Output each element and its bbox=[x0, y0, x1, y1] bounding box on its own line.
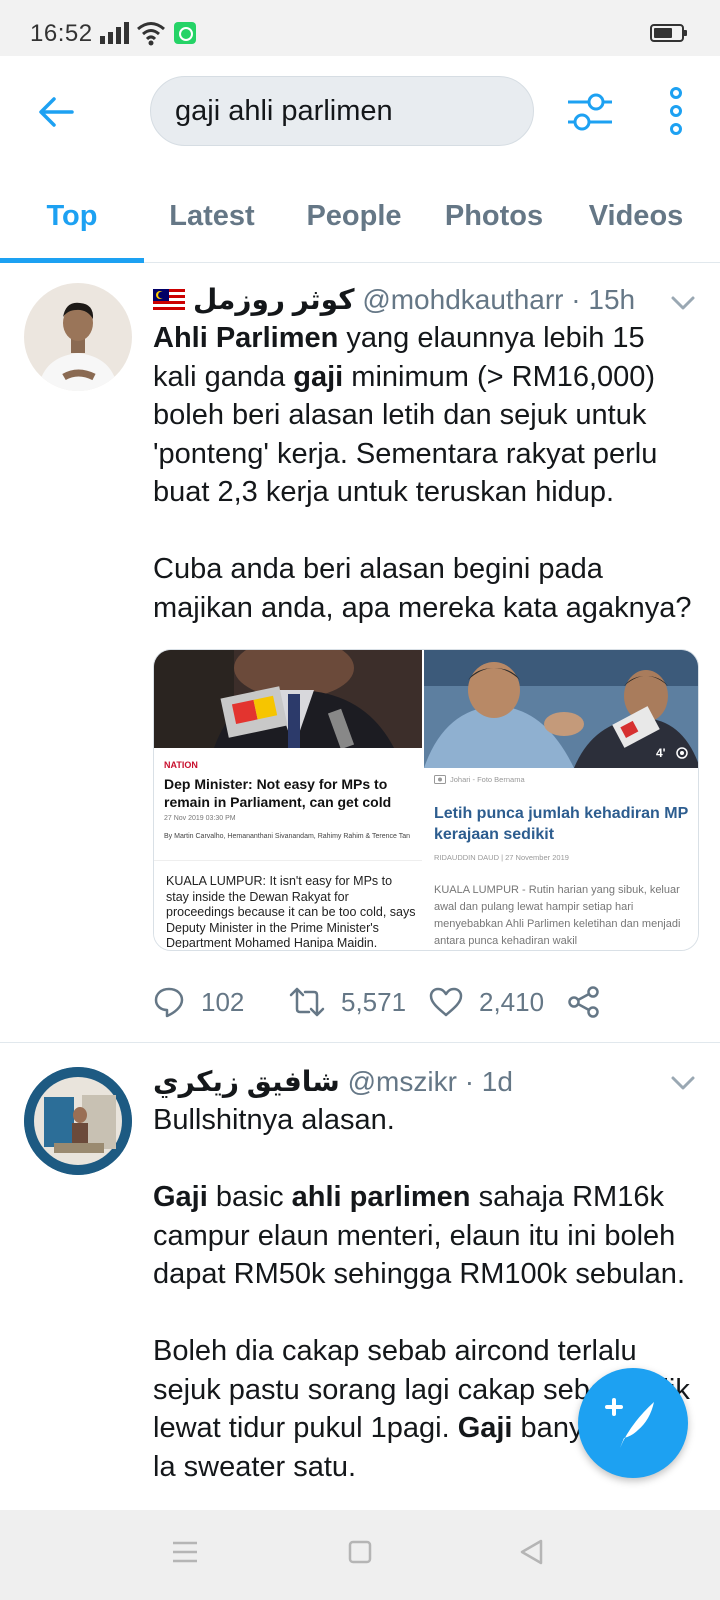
menu-icon[interactable] bbox=[172, 1540, 198, 1564]
tweet-actions: 102 5,571 2,410 bbox=[153, 977, 693, 1027]
share-icon bbox=[568, 986, 599, 1018]
whatsapp-icon bbox=[174, 22, 196, 44]
tweet-paragraph: Cuba anda beri alasan begini pada majika… bbox=[153, 553, 692, 624]
search-query: gaji ahli parlimen bbox=[175, 95, 393, 127]
compose-tweet-button[interactable] bbox=[578, 1368, 688, 1478]
tab-latest[interactable]: Latest bbox=[140, 166, 284, 262]
reply-icon bbox=[154, 987, 184, 1018]
card-section: NATION bbox=[164, 760, 198, 770]
like-button[interactable]: 2,410 bbox=[429, 977, 544, 1027]
timestamp: · 1d bbox=[464, 1066, 513, 1097]
reply-count: 102 bbox=[201, 986, 245, 1017]
handle[interactable]: @mohdkautharr bbox=[362, 284, 563, 315]
like-count: 2,410 bbox=[479, 986, 545, 1017]
status-time: 16:52 bbox=[30, 20, 93, 47]
card-excerpt: KUALA LUMPUR - Rutin harian yang sibuk, … bbox=[434, 884, 681, 947]
display-name[interactable]: كوثر روزمل bbox=[193, 284, 355, 315]
avatar-photo bbox=[24, 1067, 132, 1175]
photo-credit: Johari - Foto Bernama bbox=[450, 775, 525, 784]
video-duration-badge: 4' bbox=[656, 746, 666, 760]
text-run: basic bbox=[207, 1181, 292, 1213]
back-arrow-icon[interactable] bbox=[34, 90, 78, 134]
chevron-down-icon[interactable] bbox=[670, 293, 696, 313]
card-byline: By Martin Carvalho, Hemananthani Sivanan… bbox=[164, 833, 411, 840]
compose-feather-icon bbox=[605, 1398, 654, 1448]
malaysia-flag-icon bbox=[153, 288, 185, 311]
timestamp: · 15h bbox=[571, 284, 636, 315]
back-triangle-icon[interactable] bbox=[518, 1538, 544, 1566]
retweet-count: 5,571 bbox=[341, 986, 407, 1017]
search-input[interactable]: gaji ahli parlimen bbox=[150, 76, 534, 146]
highlight-term: Ahli Parlimen bbox=[153, 322, 339, 354]
status-bar: 16:52 bbox=[0, 0, 720, 56]
card-headline: Dep Minister: Not easy for MPs to remain… bbox=[164, 776, 392, 810]
handle[interactable]: @mszikr bbox=[348, 1066, 457, 1097]
card-excerpt: KUALA LUMPUR: It isn't easy for MPs to s… bbox=[166, 874, 416, 948]
wifi-icon bbox=[137, 22, 165, 46]
avatar[interactable] bbox=[24, 283, 132, 391]
reply-button[interactable]: 102 bbox=[153, 977, 244, 1027]
photo-credit-icon bbox=[434, 775, 446, 784]
heart-icon bbox=[429, 987, 463, 1017]
tab-top[interactable]: Top bbox=[0, 166, 144, 262]
tab-people[interactable]: People bbox=[282, 166, 426, 262]
search-tabs: Top Latest People Photos Videos bbox=[0, 166, 720, 263]
more-options-icon[interactable] bbox=[664, 86, 688, 136]
card-byline: RIDAUDDIN DAUD | 27 November 2019 bbox=[434, 853, 569, 862]
share-button[interactable] bbox=[567, 977, 617, 1027]
avatar[interactable] bbox=[24, 1067, 132, 1175]
news-card-thestar[interactable]: NATION Dep Minister: Not easy for MPs to… bbox=[154, 650, 424, 950]
highlight-term: ahli parlimen bbox=[291, 1181, 471, 1213]
tweet-1[interactable]: كوثر روزمل @mohdkautharr · 15h Ahli Parl… bbox=[0, 263, 720, 1043]
tweet-header: شافيق زيكري @mszikr · 1d bbox=[153, 1065, 513, 1098]
highlight-term: Gaji bbox=[153, 1181, 208, 1213]
news-photo bbox=[154, 650, 422, 748]
tweet-paragraph: Bullshitnya alasan. bbox=[153, 1104, 395, 1136]
camera-icon bbox=[676, 747, 688, 759]
news-card-sinarharian[interactable]: 4' Johari - Foto Bernama Letih punca jum… bbox=[424, 650, 698, 950]
card-headline: Letih punca jumlah kehadiran MP kerajaan… bbox=[434, 805, 688, 843]
filter-sliders-icon[interactable] bbox=[566, 88, 614, 136]
system-navigation-bar bbox=[0, 1510, 720, 1600]
display-name[interactable]: شافيق زيكري bbox=[153, 1066, 340, 1097]
avatar-photo bbox=[24, 283, 132, 391]
search-header: gaji ahli parlimen bbox=[0, 56, 720, 166]
tab-videos[interactable]: Videos bbox=[564, 166, 708, 262]
card-date: 27 Nov 2019 03:30 PM bbox=[164, 815, 236, 822]
highlight-term: Gaji bbox=[457, 1412, 513, 1444]
battery-icon bbox=[650, 24, 687, 42]
tweet-text: Ahli Parlimen yang elaunnya lebih 15 kal… bbox=[153, 319, 693, 627]
highlight-term: gaji bbox=[293, 360, 344, 393]
tweet-header: كوثر روزمل @mohdkautharr · 15h bbox=[153, 283, 635, 316]
chevron-down-icon[interactable] bbox=[670, 1073, 696, 1093]
home-icon[interactable] bbox=[348, 1540, 372, 1564]
media-cards[interactable]: NATION Dep Minister: Not easy for MPs to… bbox=[153, 649, 699, 951]
retweet-button[interactable]: 5,571 bbox=[289, 977, 406, 1027]
signal-icon bbox=[100, 22, 129, 44]
retweet-icon bbox=[289, 987, 325, 1017]
tab-photos[interactable]: Photos bbox=[422, 166, 566, 262]
